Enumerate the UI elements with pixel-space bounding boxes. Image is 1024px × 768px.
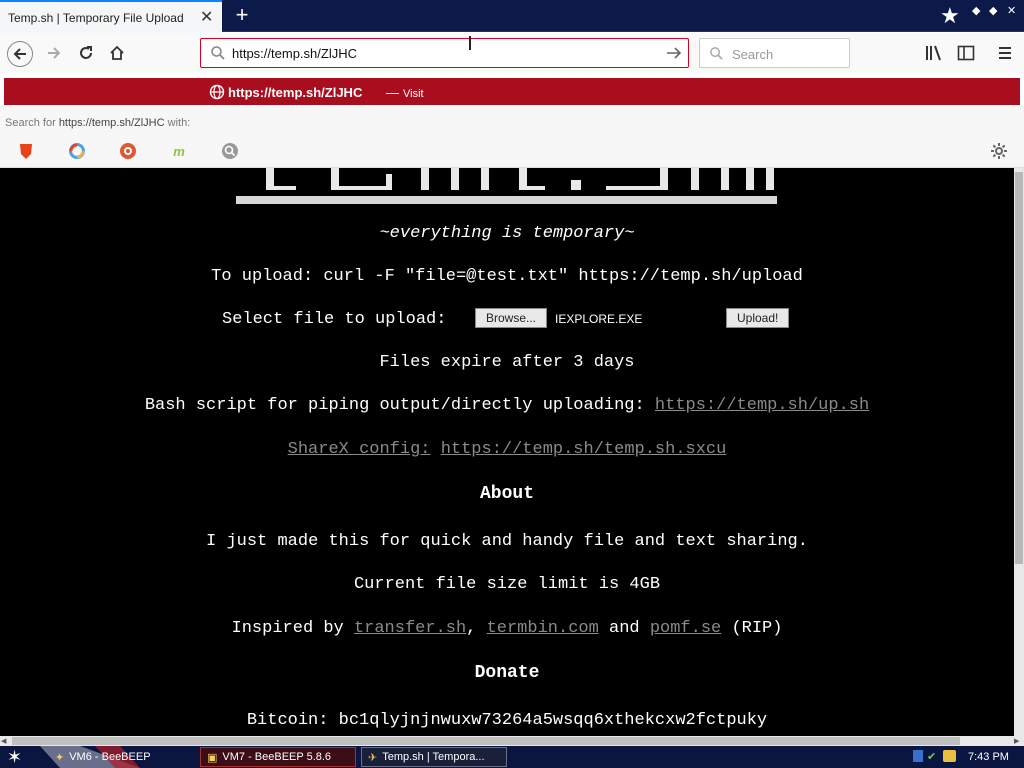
taskbar-item-vm6[interactable]: ✦ VM6 - BeeBEEP bbox=[48, 747, 194, 767]
tray-shield-icon[interactable]: ✔ bbox=[927, 750, 936, 764]
sidebar-icon[interactable] bbox=[957, 44, 975, 62]
select-file-label: Select file to upload: bbox=[222, 310, 447, 329]
search-for-suffix: with: bbox=[167, 117, 191, 129]
arrow-left-icon bbox=[13, 48, 26, 60]
search-placeholder: Search bbox=[732, 47, 774, 62]
search-engine-magnifier-icon[interactable] bbox=[221, 142, 239, 160]
forward-button[interactable] bbox=[42, 41, 66, 65]
globe-icon bbox=[209, 84, 225, 100]
go-arrow-icon bbox=[667, 47, 682, 59]
upload-button[interactable]: Upload! bbox=[726, 308, 790, 328]
bash-script-label: Bash script for piping output/directly u… bbox=[144, 396, 645, 415]
text-cursor-icon bbox=[469, 36, 471, 50]
tab-temp-sh[interactable]: Temp.sh | Temporary File Upload ✕ bbox=[0, 0, 222, 33]
folder-icon: ▣ bbox=[207, 751, 218, 764]
beebeep-icon: ✦ bbox=[55, 751, 65, 764]
home-button[interactable] bbox=[105, 41, 129, 65]
tagline: ~everything is temporary~ bbox=[379, 224, 635, 243]
inspired-and: and bbox=[609, 619, 640, 638]
star-icon: ★ bbox=[940, 3, 960, 28]
duckduckgo-search-engine-icon[interactable] bbox=[119, 142, 137, 160]
page-content: ~everything is temporary~ To upload: cur… bbox=[0, 168, 1014, 736]
tray-folder-icon[interactable] bbox=[943, 750, 956, 762]
horizontal-scroll-thumb[interactable] bbox=[12, 737, 960, 745]
reload-icon bbox=[80, 46, 92, 59]
donate-heading: Donate bbox=[474, 663, 540, 683]
search-for-url: https://temp.sh/ZlJHC bbox=[58, 117, 165, 129]
search-for-label: Search for https://temp.sh/ZlJHC with: bbox=[5, 117, 190, 129]
new-tab-icon[interactable]: + bbox=[230, 2, 254, 28]
transfer-sh-link[interactable]: transfer.sh bbox=[354, 619, 466, 638]
taskbar-item-temp-sh[interactable]: ✈ Temp.sh | Tempora... bbox=[361, 747, 507, 767]
browse-button[interactable]: Browse... bbox=[475, 308, 548, 328]
sharex-config-link[interactable]: ShareX config: bbox=[288, 440, 431, 459]
browser-icon: ✈ bbox=[368, 751, 378, 764]
qwant-search-engine-icon[interactable] bbox=[68, 142, 86, 160]
url-bar[interactable]: https://temp.sh/ZlJHC bbox=[200, 38, 689, 68]
search-box[interactable]: Search bbox=[699, 38, 850, 68]
url-input[interactable]: https://temp.sh/ZlJHC bbox=[232, 46, 357, 61]
hamburger-menu-icon[interactable] bbox=[997, 45, 1013, 61]
tray-network-icon[interactable] bbox=[913, 750, 923, 762]
inspired-suffix: (RIP) bbox=[731, 619, 783, 638]
library-icon[interactable] bbox=[925, 44, 943, 62]
window-minimize-icon[interactable]: ◆ bbox=[972, 4, 980, 17]
temp-sh-ascii-logo bbox=[236, 168, 777, 204]
size-limit: Current file size limit is 4GB bbox=[353, 575, 661, 594]
about-text: I just made this for quick and handy fil… bbox=[206, 532, 808, 551]
back-button[interactable] bbox=[7, 41, 33, 67]
taskbar-item-label: VM7 - BeeBEEP 5.8.6 bbox=[222, 751, 332, 763]
inspired-prefix: Inspired by bbox=[231, 619, 344, 638]
inspired-line: Inspired by transfer.sh, termbin.com and… bbox=[0, 619, 1014, 638]
brave-search-engine-icon[interactable] bbox=[17, 142, 35, 160]
termbin-link[interactable]: termbin.com bbox=[487, 619, 599, 638]
sharex-file-link[interactable]: https://temp.sh/temp.sh.sxcu bbox=[441, 440, 727, 459]
expire-notice: Files expire after 3 days bbox=[379, 353, 635, 372]
reload-button[interactable] bbox=[74, 41, 98, 65]
start-button[interactable]: ✶ bbox=[7, 746, 22, 768]
mojeek-search-engine-icon[interactable]: m bbox=[170, 142, 188, 160]
about-heading: About bbox=[479, 484, 534, 504]
sharex-line: ShareX config: https://temp.sh/temp.sh.s… bbox=[0, 440, 1014, 459]
scroll-right-icon[interactable]: ▶ bbox=[1014, 737, 1023, 745]
one-off-search-panel bbox=[0, 106, 1024, 168]
gear-icon[interactable] bbox=[990, 142, 1008, 160]
visit-url[interactable]: https://temp.sh/ZlJHC bbox=[228, 85, 362, 100]
inspired-comma: , bbox=[466, 619, 477, 638]
pomf-link[interactable]: pomf.se bbox=[650, 619, 721, 638]
tab-title: Temp.sh | Temporary File Upload bbox=[8, 11, 184, 25]
selected-file-name: IEXPLORE.EXE bbox=[555, 312, 643, 326]
taskbar-item-label: Temp.sh | Tempora... bbox=[382, 751, 485, 763]
bash-script-link[interactable]: https://temp.sh/up.sh bbox=[655, 396, 869, 415]
upload-command: To upload: curl -F "file=@test.txt" http… bbox=[211, 267, 803, 286]
arrow-right-icon bbox=[48, 47, 61, 59]
visit-action-label: Visit bbox=[403, 88, 424, 100]
visit-separator: — bbox=[386, 85, 399, 100]
search-icon bbox=[211, 46, 225, 60]
bash-script-line: Bash script for piping output/directly u… bbox=[0, 396, 1014, 415]
taskbar-item-vm7[interactable]: ▣ VM7 - BeeBEEP 5.8.6 bbox=[200, 747, 356, 767]
taskbar-item-label: VM6 - BeeBEEP bbox=[69, 751, 151, 763]
search-icon bbox=[710, 47, 723, 60]
bitcoin-address: Bitcoin: bc1qlyjnjnwuxw73264a5wsqq6xthek… bbox=[246, 711, 768, 730]
visit-suggestion[interactable] bbox=[4, 78, 1020, 105]
taskbar-clock: 7:43 PM bbox=[968, 751, 1009, 763]
tab-close-icon[interactable]: ✕ bbox=[200, 7, 213, 27]
home-icon bbox=[110, 45, 124, 60]
window-close-icon[interactable]: ✕ bbox=[1007, 4, 1016, 17]
window-maximize-icon[interactable]: ◆ bbox=[989, 4, 997, 17]
search-for-prefix: Search for bbox=[5, 117, 56, 129]
scroll-left-icon[interactable]: ◀ bbox=[1, 737, 10, 745]
vertical-scroll-thumb[interactable] bbox=[1015, 172, 1023, 564]
